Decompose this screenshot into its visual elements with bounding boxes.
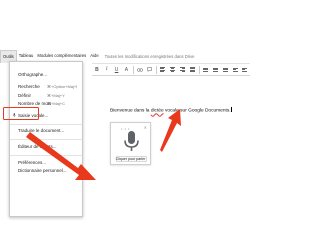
menu-item-label: Préférences... (18, 160, 47, 165)
bold-button[interactable]: B (93, 65, 102, 74)
click-to-speak-label: Cliquer pour parler (115, 157, 146, 161)
menu-item-label: Définir (18, 93, 32, 98)
align-left-icon[interactable] (158, 65, 167, 74)
increase-indent-icon[interactable] (241, 65, 250, 74)
document-text: vocale sur Google Documents. (163, 108, 231, 114)
menu-item-label: Dictionnaire personnel... (18, 168, 67, 173)
comment-icon[interactable] (145, 65, 154, 74)
annotation-highlight-box (3, 107, 39, 120)
menu-item-shortcut: ⌘+Maj+C (47, 101, 66, 106)
menu-help[interactable]: Aide (88, 50, 100, 62)
menu-item-label: Traduire le document... (18, 128, 65, 133)
menu-item-spelling[interactable]: Orthographe... (10, 70, 82, 79)
formatting-toolbar: B I U A (92, 63, 250, 76)
menu-item-label: Recherche (18, 84, 40, 89)
menu-item-shortcut: ⌘+Option+Maj+I (47, 84, 78, 89)
menu-item-research[interactable]: Recherche ⌘+Option+Maj+I (10, 82, 82, 91)
save-status[interactable]: Toutes les modifications enregistrées da… (105, 54, 195, 59)
voice-typing-widget: • • • ✕ Cliquer pour parler (110, 122, 151, 165)
tools-dropdown-menu: Orthographe... Recherche ⌘+Option+Maj+I D… (9, 61, 83, 217)
line-spacing-icon[interactable] (201, 65, 210, 74)
menu-divider (10, 124, 82, 125)
document-body[interactable]: Bienvenue dans la dictée vocale sur Goog… (110, 107, 232, 114)
microphone-icon[interactable] (124, 131, 139, 153)
align-center-icon[interactable] (168, 65, 177, 74)
underline-button[interactable]: U (112, 65, 121, 74)
menu-divider (10, 139, 82, 140)
italic-button[interactable]: I (102, 65, 111, 74)
link-icon[interactable] (135, 65, 144, 74)
arrow-to-text (160, 109, 181, 152)
text-cursor (230, 107, 232, 112)
menu-item-translate[interactable]: Traduire le document... (10, 126, 82, 135)
menu-item-label: Orthographe... (18, 72, 48, 77)
close-icon[interactable]: ✕ (144, 125, 147, 130)
misspelled-word[interactable]: dictée (151, 108, 164, 113)
align-justify-icon[interactable] (188, 65, 197, 74)
numbered-list-icon[interactable] (211, 65, 220, 74)
document-text: Bienvenue dans la (110, 108, 151, 114)
menu-item-script-editor[interactable]: Éditeur de scripts... (10, 142, 82, 151)
menu-divider (10, 155, 82, 156)
bulleted-list-icon[interactable] (221, 65, 230, 74)
align-right-icon[interactable] (178, 65, 187, 74)
decrease-indent-icon[interactable] (231, 65, 240, 74)
menu-item-personal-dictionary[interactable]: Dictionnaire personnel... (10, 166, 82, 175)
text-color-button[interactable]: A (122, 65, 131, 74)
menu-item-label: Éditeur de scripts... (18, 144, 57, 149)
